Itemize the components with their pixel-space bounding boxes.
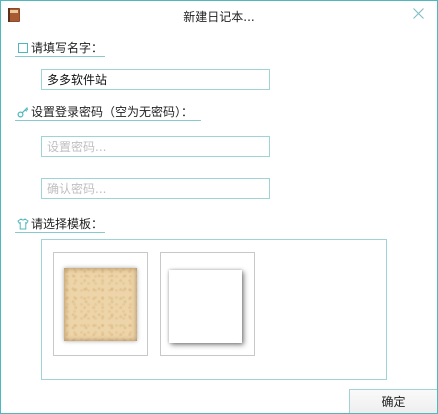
close-icon — [412, 8, 424, 22]
shirt-icon — [17, 217, 29, 230]
white-template-thumbnail — [169, 270, 242, 343]
template-section-label: 请选择模板： — [17, 215, 103, 232]
template-option-paper[interactable] — [53, 252, 148, 356]
password-label-text: 设置登录密码（空为无密码）： — [31, 105, 194, 119]
name-input[interactable] — [41, 69, 270, 90]
title-bar: 新建日记本... — [1, 1, 437, 31]
password-label-underline — [15, 120, 201, 121]
name-label-underline — [15, 56, 105, 57]
template-list — [41, 239, 387, 380]
paper-template-thumbnail — [64, 268, 137, 341]
template-option-white[interactable] — [160, 252, 255, 356]
window-title: 新建日记本... — [183, 10, 255, 24]
checkbox-square-icon — [17, 42, 29, 54]
confirm-password-input[interactable] — [41, 178, 270, 199]
template-label-underline — [15, 232, 105, 233]
name-section-label: 请填写名字： — [17, 39, 103, 56]
password-section-label: 设置登录密码（空为无密码）： — [17, 103, 193, 120]
template-label-text: 请选择模板： — [31, 217, 104, 231]
key-icon — [17, 106, 29, 118]
name-label-text: 请填写名字： — [31, 41, 104, 55]
close-button[interactable] — [406, 4, 430, 26]
password-input[interactable] — [41, 136, 270, 157]
dialog-window: 新建日记本... 请填写名字： 设置登录密码（空为无密码）： — [0, 0, 438, 414]
ok-button[interactable]: 确定 — [349, 389, 437, 413]
